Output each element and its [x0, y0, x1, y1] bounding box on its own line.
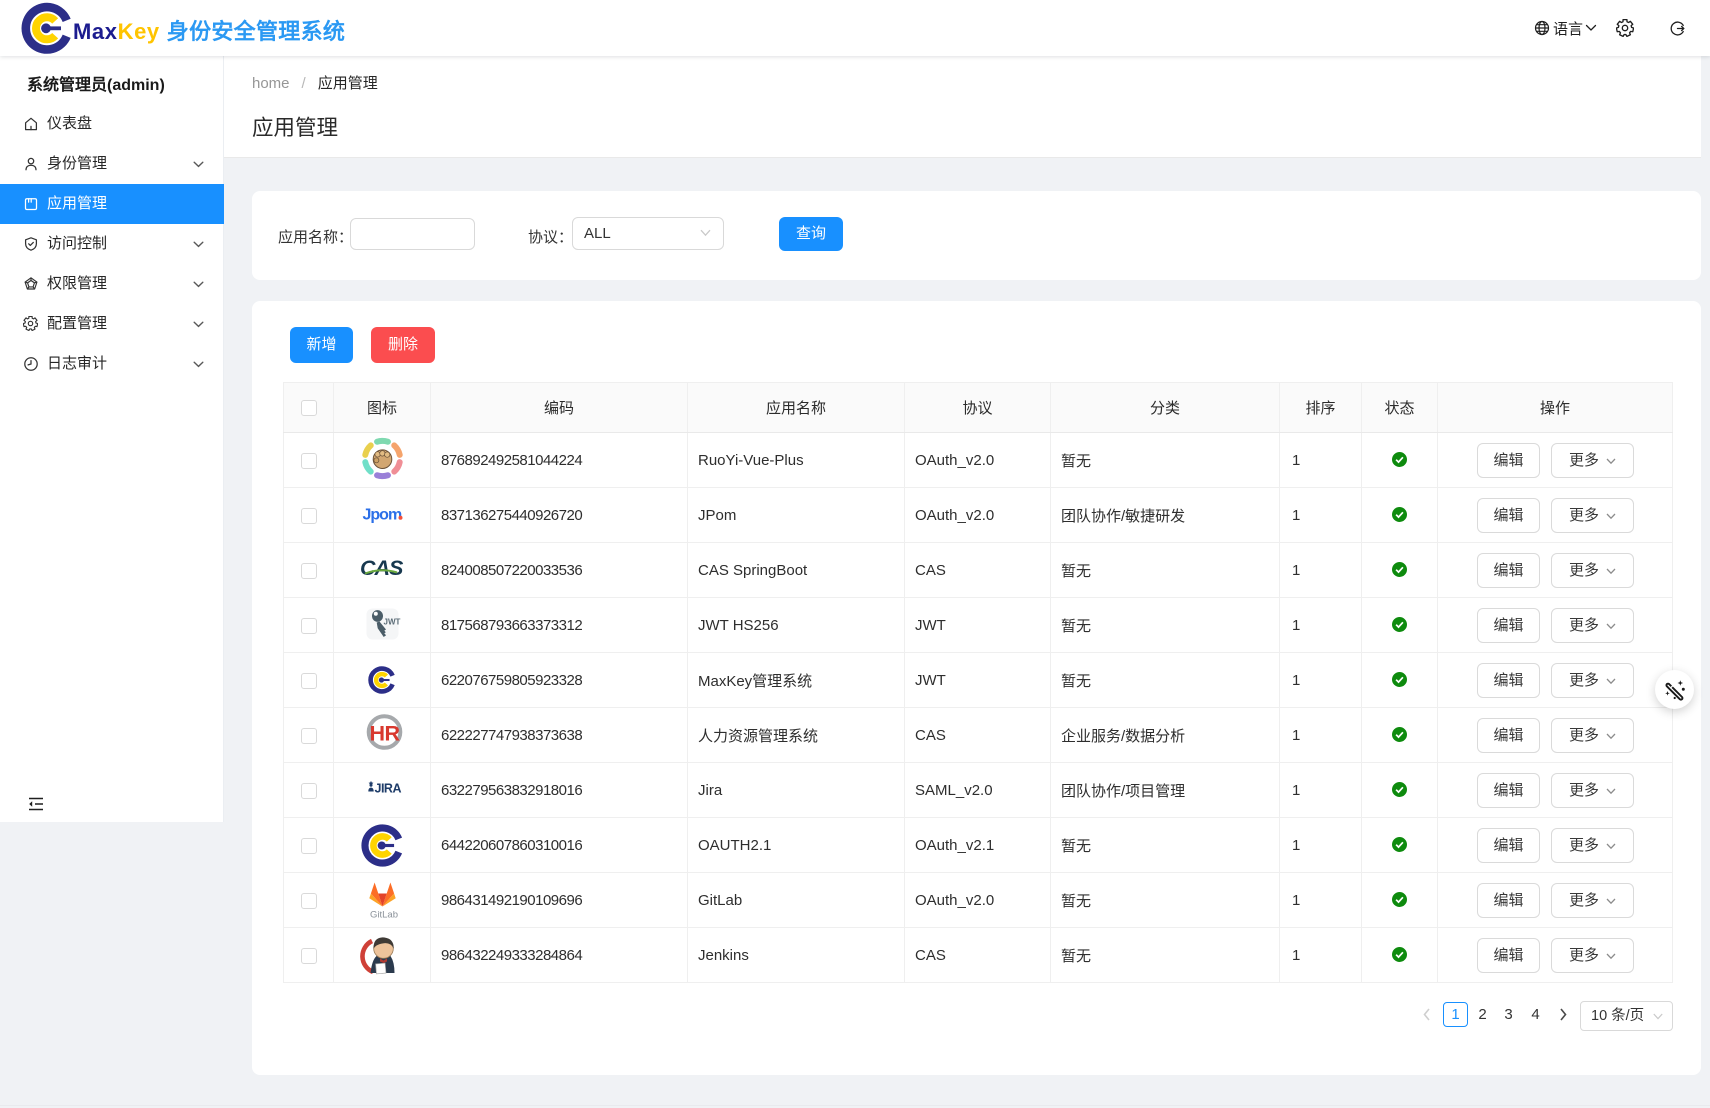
svg-text:JWT: JWT — [383, 617, 400, 626]
svg-text:CAS: CAS — [360, 556, 404, 580]
svg-text:GitLab: GitLab — [370, 909, 398, 920]
svg-text:Jpom: Jpom — [362, 506, 401, 523]
svg-text:JIRA: JIRA — [374, 781, 401, 795]
svg-text:HR: HR — [369, 721, 400, 745]
